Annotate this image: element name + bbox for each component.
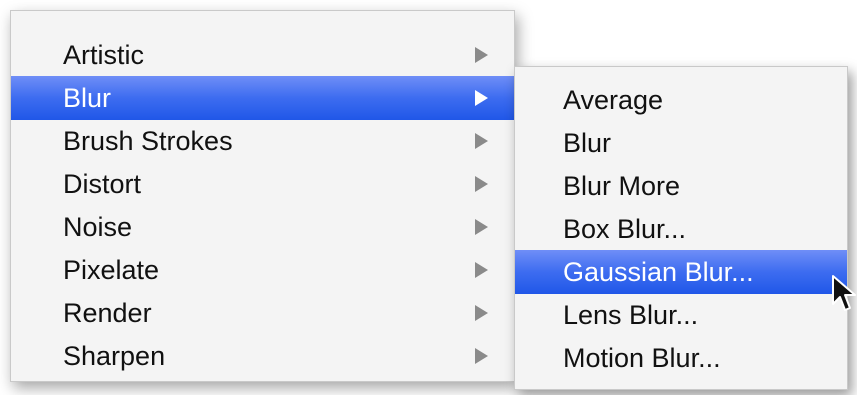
- filter-menu: Artistic Blur Brush Strokes Distort Nois…: [10, 10, 515, 382]
- submenu-item-label: Box Blur...: [563, 214, 687, 244]
- arrow-cursor-icon: [832, 275, 856, 311]
- submenu-arrow-icon: [475, 348, 488, 364]
- menu-item-label: Brush Strokes: [63, 126, 233, 156]
- submenu-arrow-icon: [475, 262, 488, 278]
- menu-item-artistic[interactable]: Artistic: [11, 33, 514, 77]
- submenu-item-label: Blur: [563, 128, 612, 158]
- menu-item-blur[interactable]: Blur: [11, 76, 514, 120]
- submenu-item-motion-blur[interactable]: Motion Blur...: [515, 336, 847, 380]
- submenu-arrow-icon: [475, 133, 488, 149]
- menu-item-sharpen[interactable]: Sharpen: [11, 334, 514, 378]
- submenu-item-blur[interactable]: Blur: [515, 121, 847, 165]
- submenu-item-blur-more[interactable]: Blur More: [515, 164, 847, 208]
- submenu-arrow-icon: [475, 90, 488, 106]
- blur-submenu: Average Blur Blur More Box Blur... Gauss…: [514, 66, 848, 390]
- submenu-arrow-icon: [475, 305, 488, 321]
- submenu-item-label: Blur More: [563, 171, 681, 201]
- menu-item-label: Artistic: [63, 40, 144, 70]
- submenu-arrow-icon: [475, 219, 488, 235]
- menu-item-noise[interactable]: Noise: [11, 205, 514, 249]
- submenu-item-lens-blur[interactable]: Lens Blur...: [515, 293, 847, 337]
- submenu-item-label: Gaussian Blur...: [563, 257, 754, 287]
- menu-item-label: Distort: [63, 169, 142, 199]
- submenu-item-label: Motion Blur...: [563, 343, 721, 373]
- submenu-arrow-icon: [475, 176, 488, 192]
- menu-item-pixelate[interactable]: Pixelate: [11, 248, 514, 292]
- menu-item-brush-strokes[interactable]: Brush Strokes: [11, 119, 514, 163]
- menu-item-label: Noise: [63, 212, 133, 242]
- submenu-item-label: Average: [563, 85, 664, 115]
- submenu-item-box-blur[interactable]: Box Blur...: [515, 207, 847, 251]
- submenu-arrow-icon: [475, 47, 488, 63]
- menu-item-render[interactable]: Render: [11, 291, 514, 335]
- menu-item-label: Sharpen: [63, 341, 166, 371]
- submenu-item-average[interactable]: Average: [515, 78, 847, 122]
- menu-item-label: Render: [63, 298, 152, 328]
- submenu-item-gaussian-blur[interactable]: Gaussian Blur...: [515, 250, 847, 294]
- menu-item-label: Blur: [63, 83, 112, 113]
- menu-item-distort[interactable]: Distort: [11, 162, 514, 206]
- submenu-item-label: Lens Blur...: [563, 300, 699, 330]
- menu-item-label: Pixelate: [63, 255, 160, 285]
